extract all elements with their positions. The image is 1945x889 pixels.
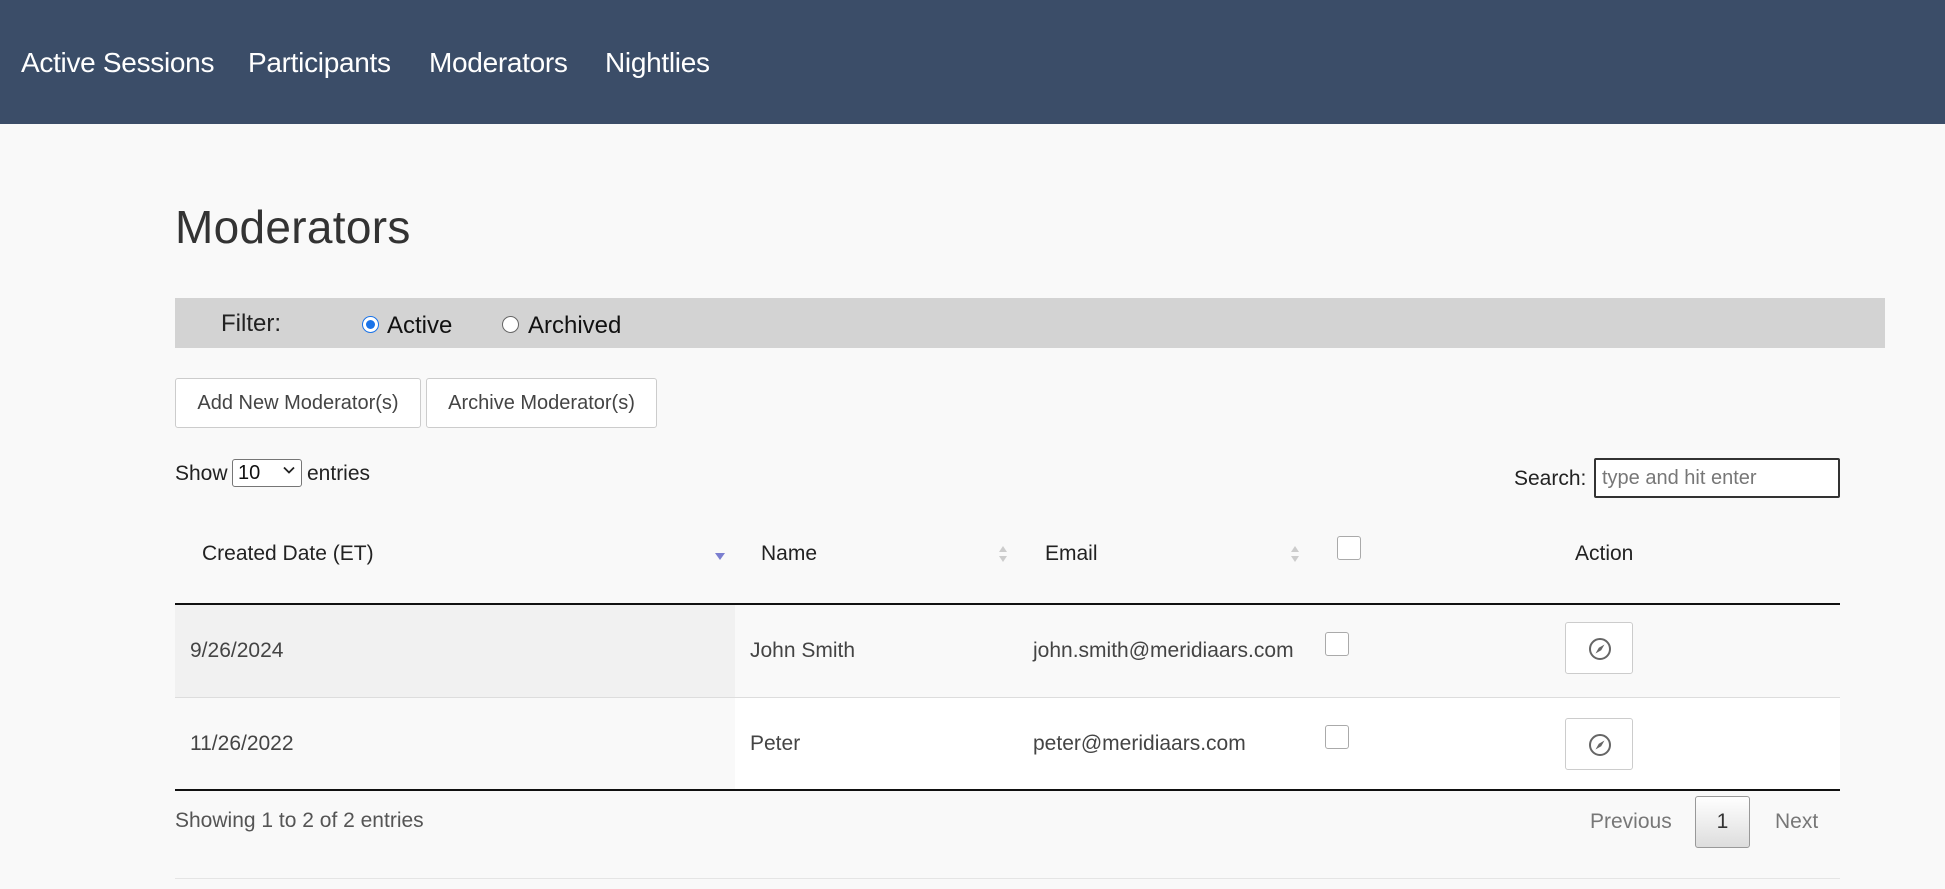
page-1-button[interactable]: 1	[1695, 796, 1750, 848]
chevron-down-icon	[283, 466, 295, 474]
previous-page-button[interactable]: Previous	[1590, 810, 1672, 834]
cell-name: Peter	[750, 732, 801, 755]
show-label: Show	[175, 462, 228, 485]
compass-icon	[1589, 638, 1611, 660]
nav-nightlies[interactable]: Nightlies	[605, 47, 710, 79]
sort-arrows-icon	[999, 546, 1007, 562]
nav-participants[interactable]: Participants	[248, 47, 391, 79]
top-navigation-bar: Active Sessions Participants Moderators …	[0, 0, 1945, 124]
nav-active-sessions[interactable]: Active Sessions	[21, 47, 214, 79]
entries-per-page-select[interactable]: 10	[232, 459, 302, 487]
column-email[interactable]: Email	[1045, 542, 1098, 566]
page-title: Moderators	[175, 201, 411, 253]
filter-bar: Filter: Active Archived	[175, 298, 1885, 348]
footer-divider	[175, 789, 1840, 791]
column-created-date[interactable]: Created Date (ET)	[202, 542, 374, 566]
filter-active-label[interactable]: Active	[387, 312, 452, 340]
edit-moderator-button[interactable]	[1565, 718, 1633, 770]
bottom-divider	[175, 878, 1840, 879]
cell-created-date: 9/26/2024	[190, 639, 284, 662]
archive-moderator-button[interactable]: Archive Moderator(s)	[426, 378, 657, 428]
cell-created-date: 11/26/2022	[190, 732, 294, 755]
filter-archived-label[interactable]: Archived	[528, 312, 621, 340]
edit-moderator-button[interactable]	[1565, 622, 1633, 674]
table-row: 11/26/2022 Peter peter@meridiaars.com	[175, 698, 1840, 791]
sort-desc-icon	[715, 553, 725, 560]
table-info: Showing 1 to 2 of 2 entries	[175, 809, 424, 832]
column-action: Action	[1575, 542, 1634, 565]
row-select-checkbox[interactable]	[1325, 632, 1349, 656]
nav-moderators[interactable]: Moderators	[429, 47, 568, 79]
cell-name: John Smith	[750, 639, 856, 662]
filter-archived-radio[interactable]	[502, 316, 519, 333]
search-input[interactable]	[1594, 458, 1840, 498]
table-row: 9/26/2024 John Smith john.smith@meridiaa…	[175, 605, 1840, 698]
entries-label: entries	[307, 462, 371, 485]
compass-icon	[1589, 734, 1611, 756]
add-moderator-button[interactable]: Add New Moderator(s)	[175, 378, 421, 428]
search-label: Search:	[1514, 467, 1587, 490]
row-select-checkbox[interactable]	[1325, 725, 1349, 749]
filter-active-radio[interactable]	[362, 316, 379, 333]
entries-per-page-value: 10	[238, 462, 261, 484]
filter-label: Filter:	[221, 310, 281, 337]
cell-email: peter@meridiaars.com	[1033, 732, 1246, 755]
next-page-button[interactable]: Next	[1775, 810, 1818, 834]
select-all-checkbox[interactable]	[1337, 536, 1361, 560]
column-name[interactable]: Name	[761, 542, 817, 566]
sort-arrows-icon	[1291, 546, 1299, 562]
cell-email: john.smith@meridiaars.com	[1033, 639, 1294, 662]
